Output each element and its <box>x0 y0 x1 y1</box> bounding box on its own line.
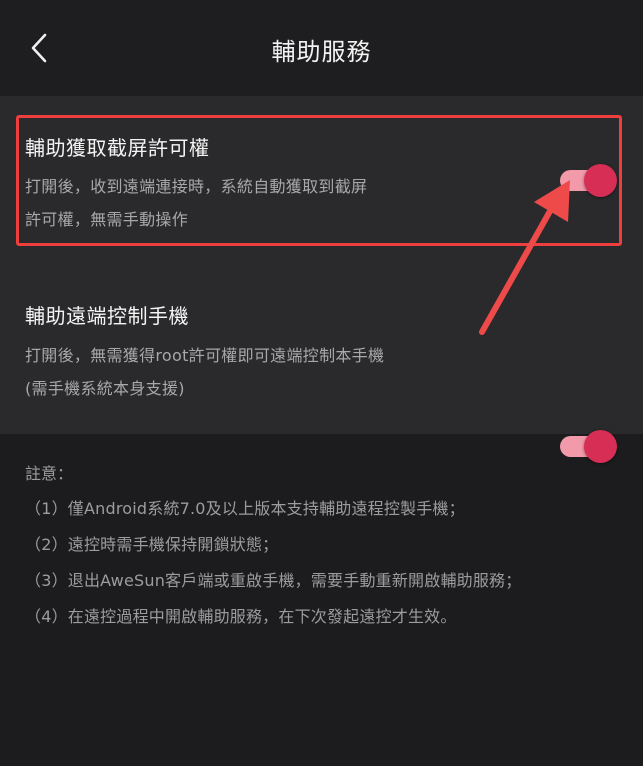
setting-row-screenshot-permission: 輔助獲取截屏許可權 打開後，收到遠端連接時，系統自動獲取到截屏 許可權，無需手動… <box>0 96 643 266</box>
page-title: 輔助服務 <box>271 38 372 66</box>
notes-section: 註意： （1）僅Android系統7.0及以上版本支持輔助遠程控製手機； （2）… <box>25 460 625 635</box>
toggle-remote-control[interactable] <box>558 428 617 464</box>
note-item: （3）退出AweSun客戶端或重啟手機，需要手動重新開啟輔助服務； <box>25 571 522 590</box>
note-item: （2）遠控時需手機保持開鎖狀態； <box>25 535 279 554</box>
note-item: （4）在遠控過程中開啟輔助服務，在下次發起遠控才生效。 <box>25 607 457 626</box>
setting-description-line: 打開後，無需獲得root許可權即可遠端控制本手機 <box>25 346 385 365</box>
setting-row-remote-control: 輔助遠端控制手機 打開後，無需獲得root許可權即可遠端控制本手機 (需手機系統… <box>0 266 643 463</box>
settings-card: 輔助獲取截屏許可權 打開後，收到遠端連接時，系統自動獲取到截屏 許可權，無需手動… <box>0 96 643 463</box>
toggle-screenshot-permission[interactable] <box>558 162 617 198</box>
screen: 輔助服務 輔助獲取截屏許可權 打開後，收到遠端連接時，系統自動獲取到截屏 許可權… <box>0 0 643 766</box>
setting-title: 輔助獲取截屏許可權 <box>25 136 210 160</box>
setting-description-line: 打開後，收到遠端連接時，系統自動獲取到截屏 <box>25 177 368 196</box>
setting-title: 輔助遠端控制手機 <box>25 304 189 328</box>
notes-heading: 註意： <box>25 464 74 483</box>
app-header: 輔助服務 <box>0 0 643 96</box>
toggle-knob <box>584 430 617 463</box>
setting-description-line: 許可權，無需手動操作 <box>25 210 189 229</box>
setting-description-line: (需手機系統本身支援) <box>25 379 185 398</box>
toggle-knob <box>584 164 617 197</box>
setting-description: 打開後，收到遠端連接時，系統自動獲取到截屏 許可權，無需手動操作 <box>25 170 367 236</box>
setting-description: 打開後，無需獲得root許可權即可遠端控制本手機 (需手機系統本身支援) <box>25 339 384 405</box>
note-item: （1）僅Android系統7.0及以上版本支持輔助遠程控製手機； <box>25 499 465 518</box>
